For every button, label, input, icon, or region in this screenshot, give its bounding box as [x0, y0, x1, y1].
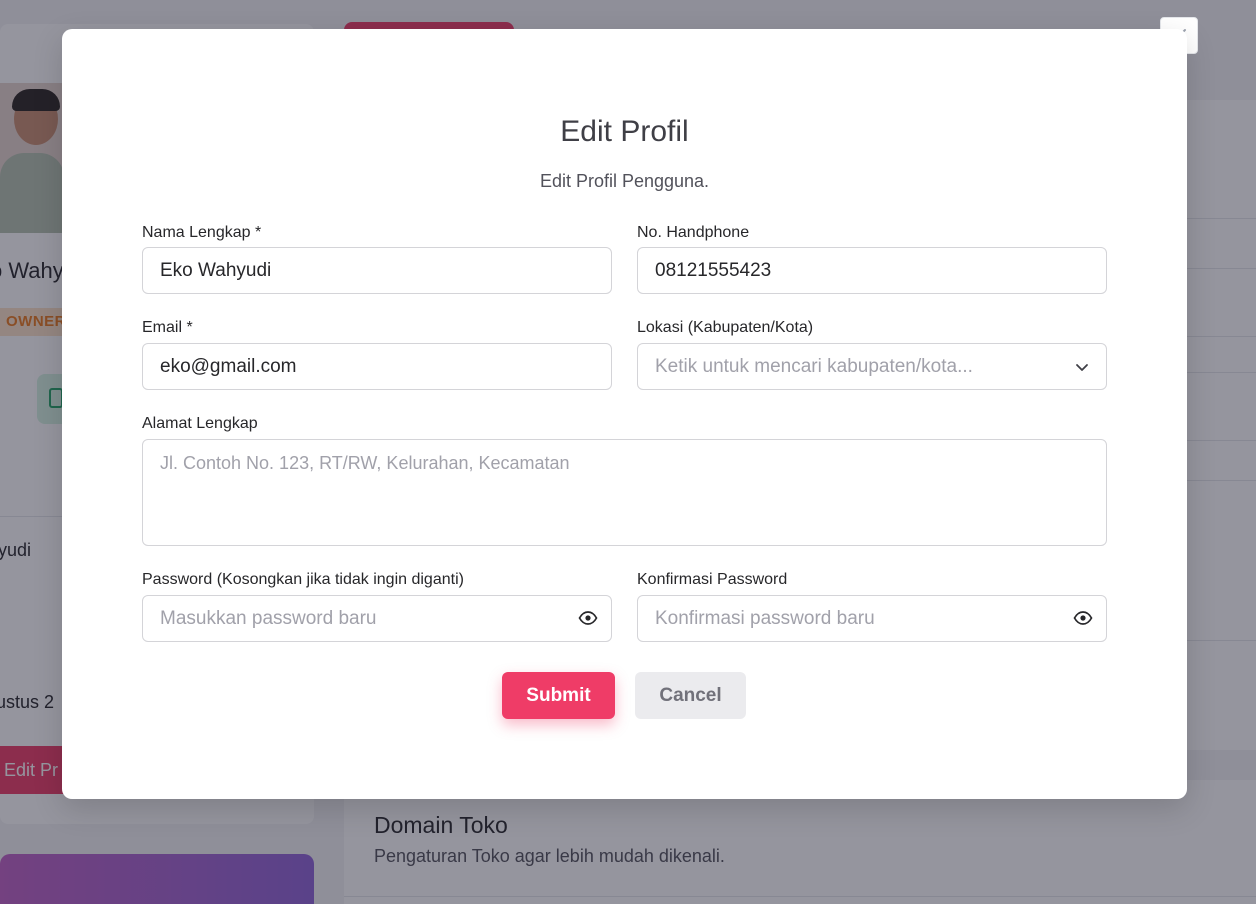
- chevron-down-icon: [1076, 363, 1088, 371]
- eye-icon: [578, 611, 598, 625]
- phone-label: No. Handphone: [637, 224, 750, 241]
- location-placeholder: Ketik untuk mencari kabupaten/kota...: [655, 355, 973, 377]
- full-name-label: Nama Lengkap *: [142, 224, 262, 241]
- address-textarea[interactable]: [142, 439, 1107, 546]
- full-name-input[interactable]: [142, 247, 612, 294]
- email-label: Email *: [142, 319, 193, 336]
- submit-button[interactable]: Submit: [502, 672, 615, 719]
- phone-input[interactable]: [637, 247, 1107, 294]
- edit-profile-modal: Edit Profil Edit Profil Pengguna. Nama L…: [62, 29, 1187, 799]
- password-input[interactable]: [142, 595, 612, 642]
- email-input[interactable]: [142, 343, 612, 390]
- location-label: Lokasi (Kabupaten/Kota): [637, 319, 814, 336]
- toggle-password-visibility[interactable]: [577, 607, 599, 629]
- toggle-confirm-password-visibility[interactable]: [1072, 607, 1094, 629]
- confirm-password-input[interactable]: [637, 595, 1107, 642]
- location-select[interactable]: Ketik untuk mencari kabupaten/kota...: [637, 343, 1107, 390]
- modal-title: Edit Profil: [560, 115, 689, 148]
- password-label: Password (Kosongkan jika tidak ingin dig…: [142, 571, 464, 588]
- confirm-password-label: Konfirmasi Password: [637, 571, 788, 588]
- address-label: Alamat Lengkap: [142, 415, 258, 432]
- eye-icon: [1073, 611, 1093, 625]
- modal-subtitle: Edit Profil Pengguna.: [539, 171, 710, 191]
- cancel-button[interactable]: Cancel: [635, 672, 746, 719]
